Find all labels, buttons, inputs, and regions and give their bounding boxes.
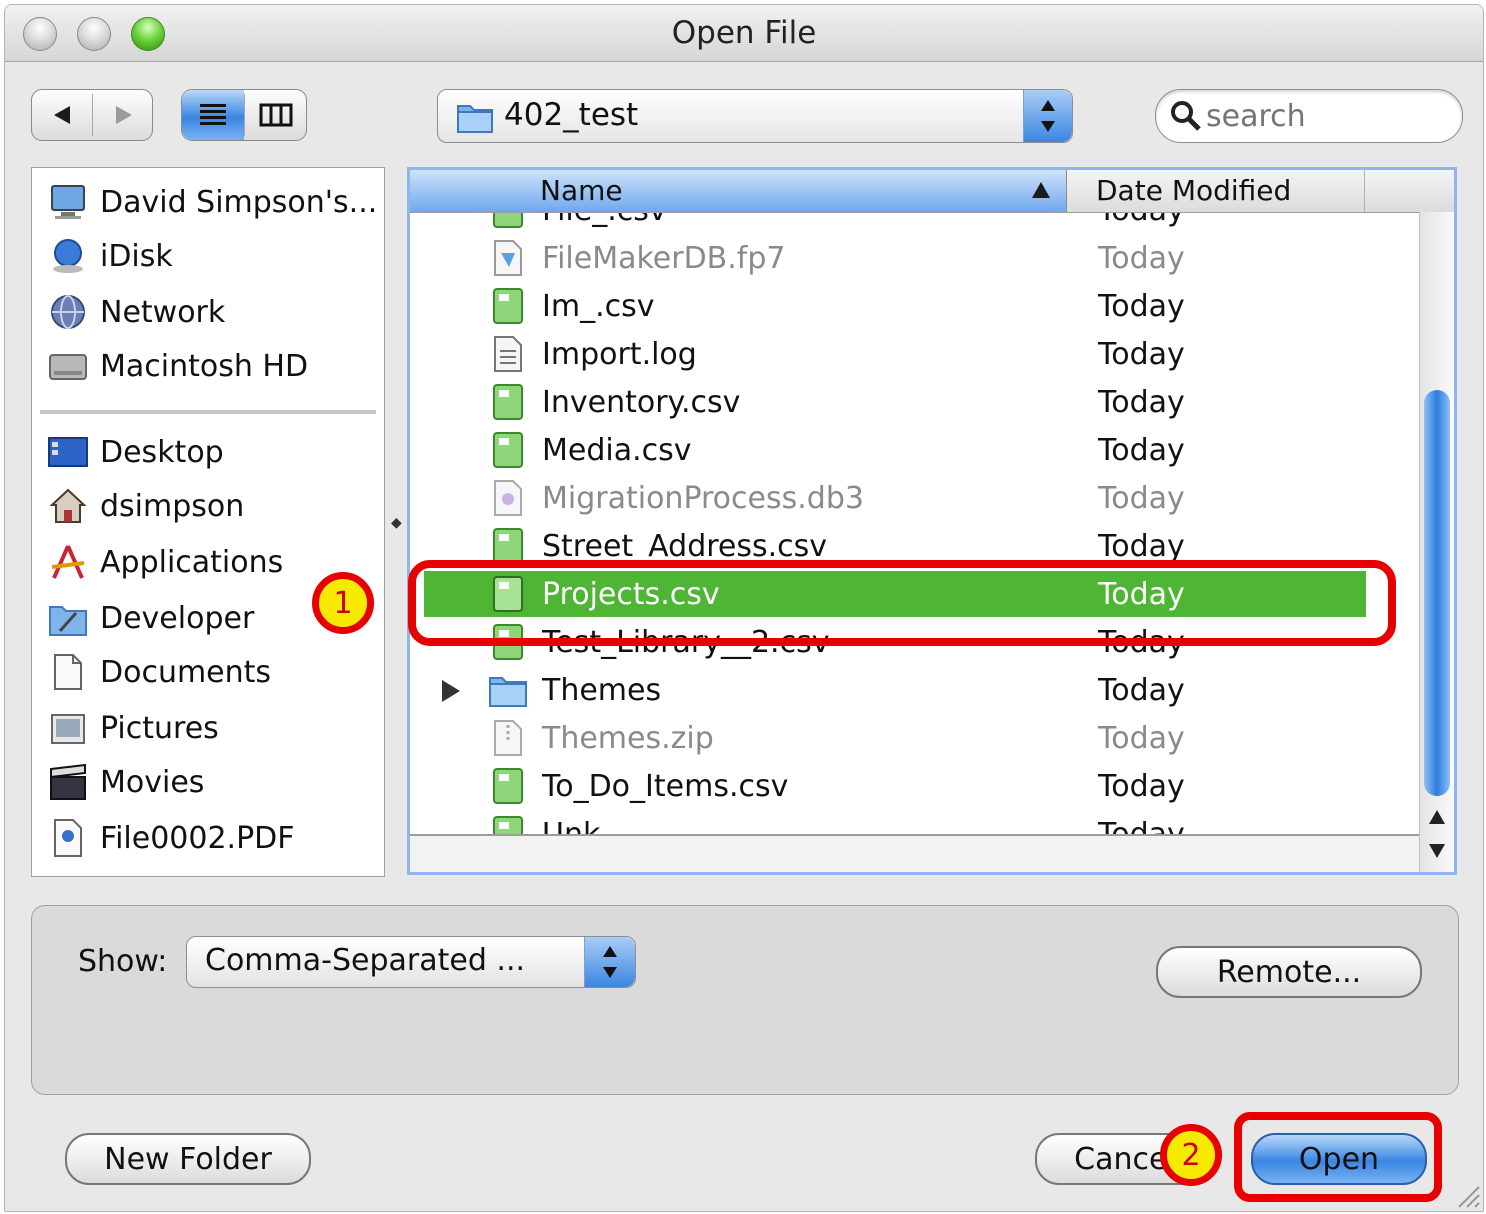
file-row[interactable]: Themes.zip Today [410,715,1420,761]
file-row[interactable]: Im_.csv Today [410,283,1420,329]
sidebar-item-pictures[interactable]: Pictures [46,708,219,748]
search-icon [1171,101,1201,131]
sidebar-item-dsimpson[interactable]: dsimpson [46,486,244,526]
search-field[interactable] [1155,89,1463,143]
step-2-badge: 2 [1160,1124,1222,1186]
view-mode-control [181,89,307,141]
filemaker-file-icon [488,238,528,278]
column-header: Name Date Modified [410,170,1454,213]
remote-button[interactable]: Remote... [1156,946,1422,998]
step-1-badge: 1 [312,572,374,634]
sort-ascending-icon [1032,182,1050,198]
sidebar-item-idisk[interactable]: iDisk [46,236,173,276]
resize-grip-icon[interactable] [1455,1183,1481,1209]
csv-file-icon [488,213,528,230]
up-down-arrows-icon [1041,100,1055,132]
options-panel: Show: Comma-Separated ... Remote... [31,905,1459,1095]
file-row[interactable]: Themes Today [410,667,1420,713]
folder-icon [457,105,493,133]
column-view-button[interactable] [245,90,306,140]
csv-file-icon [488,430,528,470]
sidebar-item-desktop[interactable]: Desktop [46,432,224,472]
sidebar-divider [40,410,376,414]
sidebar-item-network[interactable]: Network [46,292,225,332]
date-column-header[interactable]: Date Modified [1068,170,1365,212]
back-forward-control [31,89,153,141]
file-row[interactable]: Inventory.csv Today [410,379,1420,425]
column-view-icon [259,103,292,127]
sidebar: David Simpson's... iDisk Network Macinto… [31,167,385,877]
location-stepper[interactable] [1023,90,1072,142]
forward-button[interactable] [93,90,152,140]
title-bar: Open File [5,5,1483,62]
network-globe-icon [46,292,90,332]
show-label: Show: [78,944,168,979]
vertical-scrollbar[interactable] [1419,212,1454,872]
back-button[interactable] [32,90,92,140]
list-view-icon [200,104,226,125]
file-row[interactable]: Import.log Today [410,331,1420,377]
file-row[interactable]: MigrationProcess.db3 Today [410,475,1420,521]
sidebar-item-file0002-pdf[interactable]: File0002.PDF [46,818,295,858]
file-type-stepper[interactable] [584,937,635,987]
file-row[interactable]: File_.csv Today [410,213,1420,233]
disclosure-triangle-icon[interactable] [438,677,464,705]
developer-folder-icon [46,598,90,638]
documents-icon [46,652,90,692]
list-view-button[interactable] [182,90,244,140]
scroll-thumb[interactable] [1424,390,1450,796]
applications-icon [46,542,90,582]
idisk-icon [46,236,90,276]
selection-highlight-box [408,560,1396,646]
file-row[interactable]: Media.csv Today [410,427,1420,473]
hard-drive-icon [46,346,90,386]
sidebar-item-computer[interactable]: David Simpson's... [46,182,377,222]
file-row[interactable]: FileMakerDB.fp7 Today [410,235,1420,281]
sidebar-item-applications[interactable]: Applications [46,542,283,582]
sidebar-item-developer[interactable]: Developer [46,598,254,638]
csv-file-icon [488,382,528,422]
triangle-left-icon [54,106,70,124]
window-title: Open File [671,15,817,51]
csv-file-icon [488,286,528,326]
sidebar-item-macintosh-hd[interactable]: Macintosh HD [46,346,308,386]
csv-file-icon [488,766,528,806]
sidebar-item-movies[interactable]: Movies [46,762,204,802]
movies-clapper-icon [46,762,90,802]
folder-icon [488,670,528,710]
scroll-down-arrow-icon[interactable] [1422,840,1452,862]
scroll-up-arrow-icon[interactable] [1422,806,1452,828]
location-label: 402_test [504,97,639,133]
zip-file-icon [488,718,528,758]
search-input[interactable] [1204,96,1448,136]
open-highlight-box [1234,1112,1442,1202]
file-type-popup[interactable]: Comma-Separated ... [186,936,636,988]
up-down-arrows-icon [603,946,617,978]
computer-icon [46,182,90,222]
desktop-icon [46,432,90,472]
home-icon [46,486,90,526]
file-row[interactable]: To_Do_Items.csv Today [410,763,1420,809]
file-browser: Name Date Modified File_.csv Today FileM… [407,167,1457,875]
location-popup[interactable]: 402_test [437,89,1073,143]
sidebar-item-documents[interactable]: Documents [46,652,271,692]
pictures-icon [46,708,90,748]
name-column-header[interactable]: Name [410,170,1067,212]
file-list: File_.csv Today FileMakerDB.fp7 Today Im… [410,213,1420,837]
splitter-handle[interactable]: ◆ [391,515,402,531]
pdf-file-icon [46,818,90,858]
log-file-icon [488,334,528,374]
horizontal-scrollbar[interactable] [410,834,1420,872]
database-file-icon [488,478,528,518]
new-folder-button[interactable]: New Folder [65,1133,311,1185]
triangle-right-icon [115,106,132,124]
